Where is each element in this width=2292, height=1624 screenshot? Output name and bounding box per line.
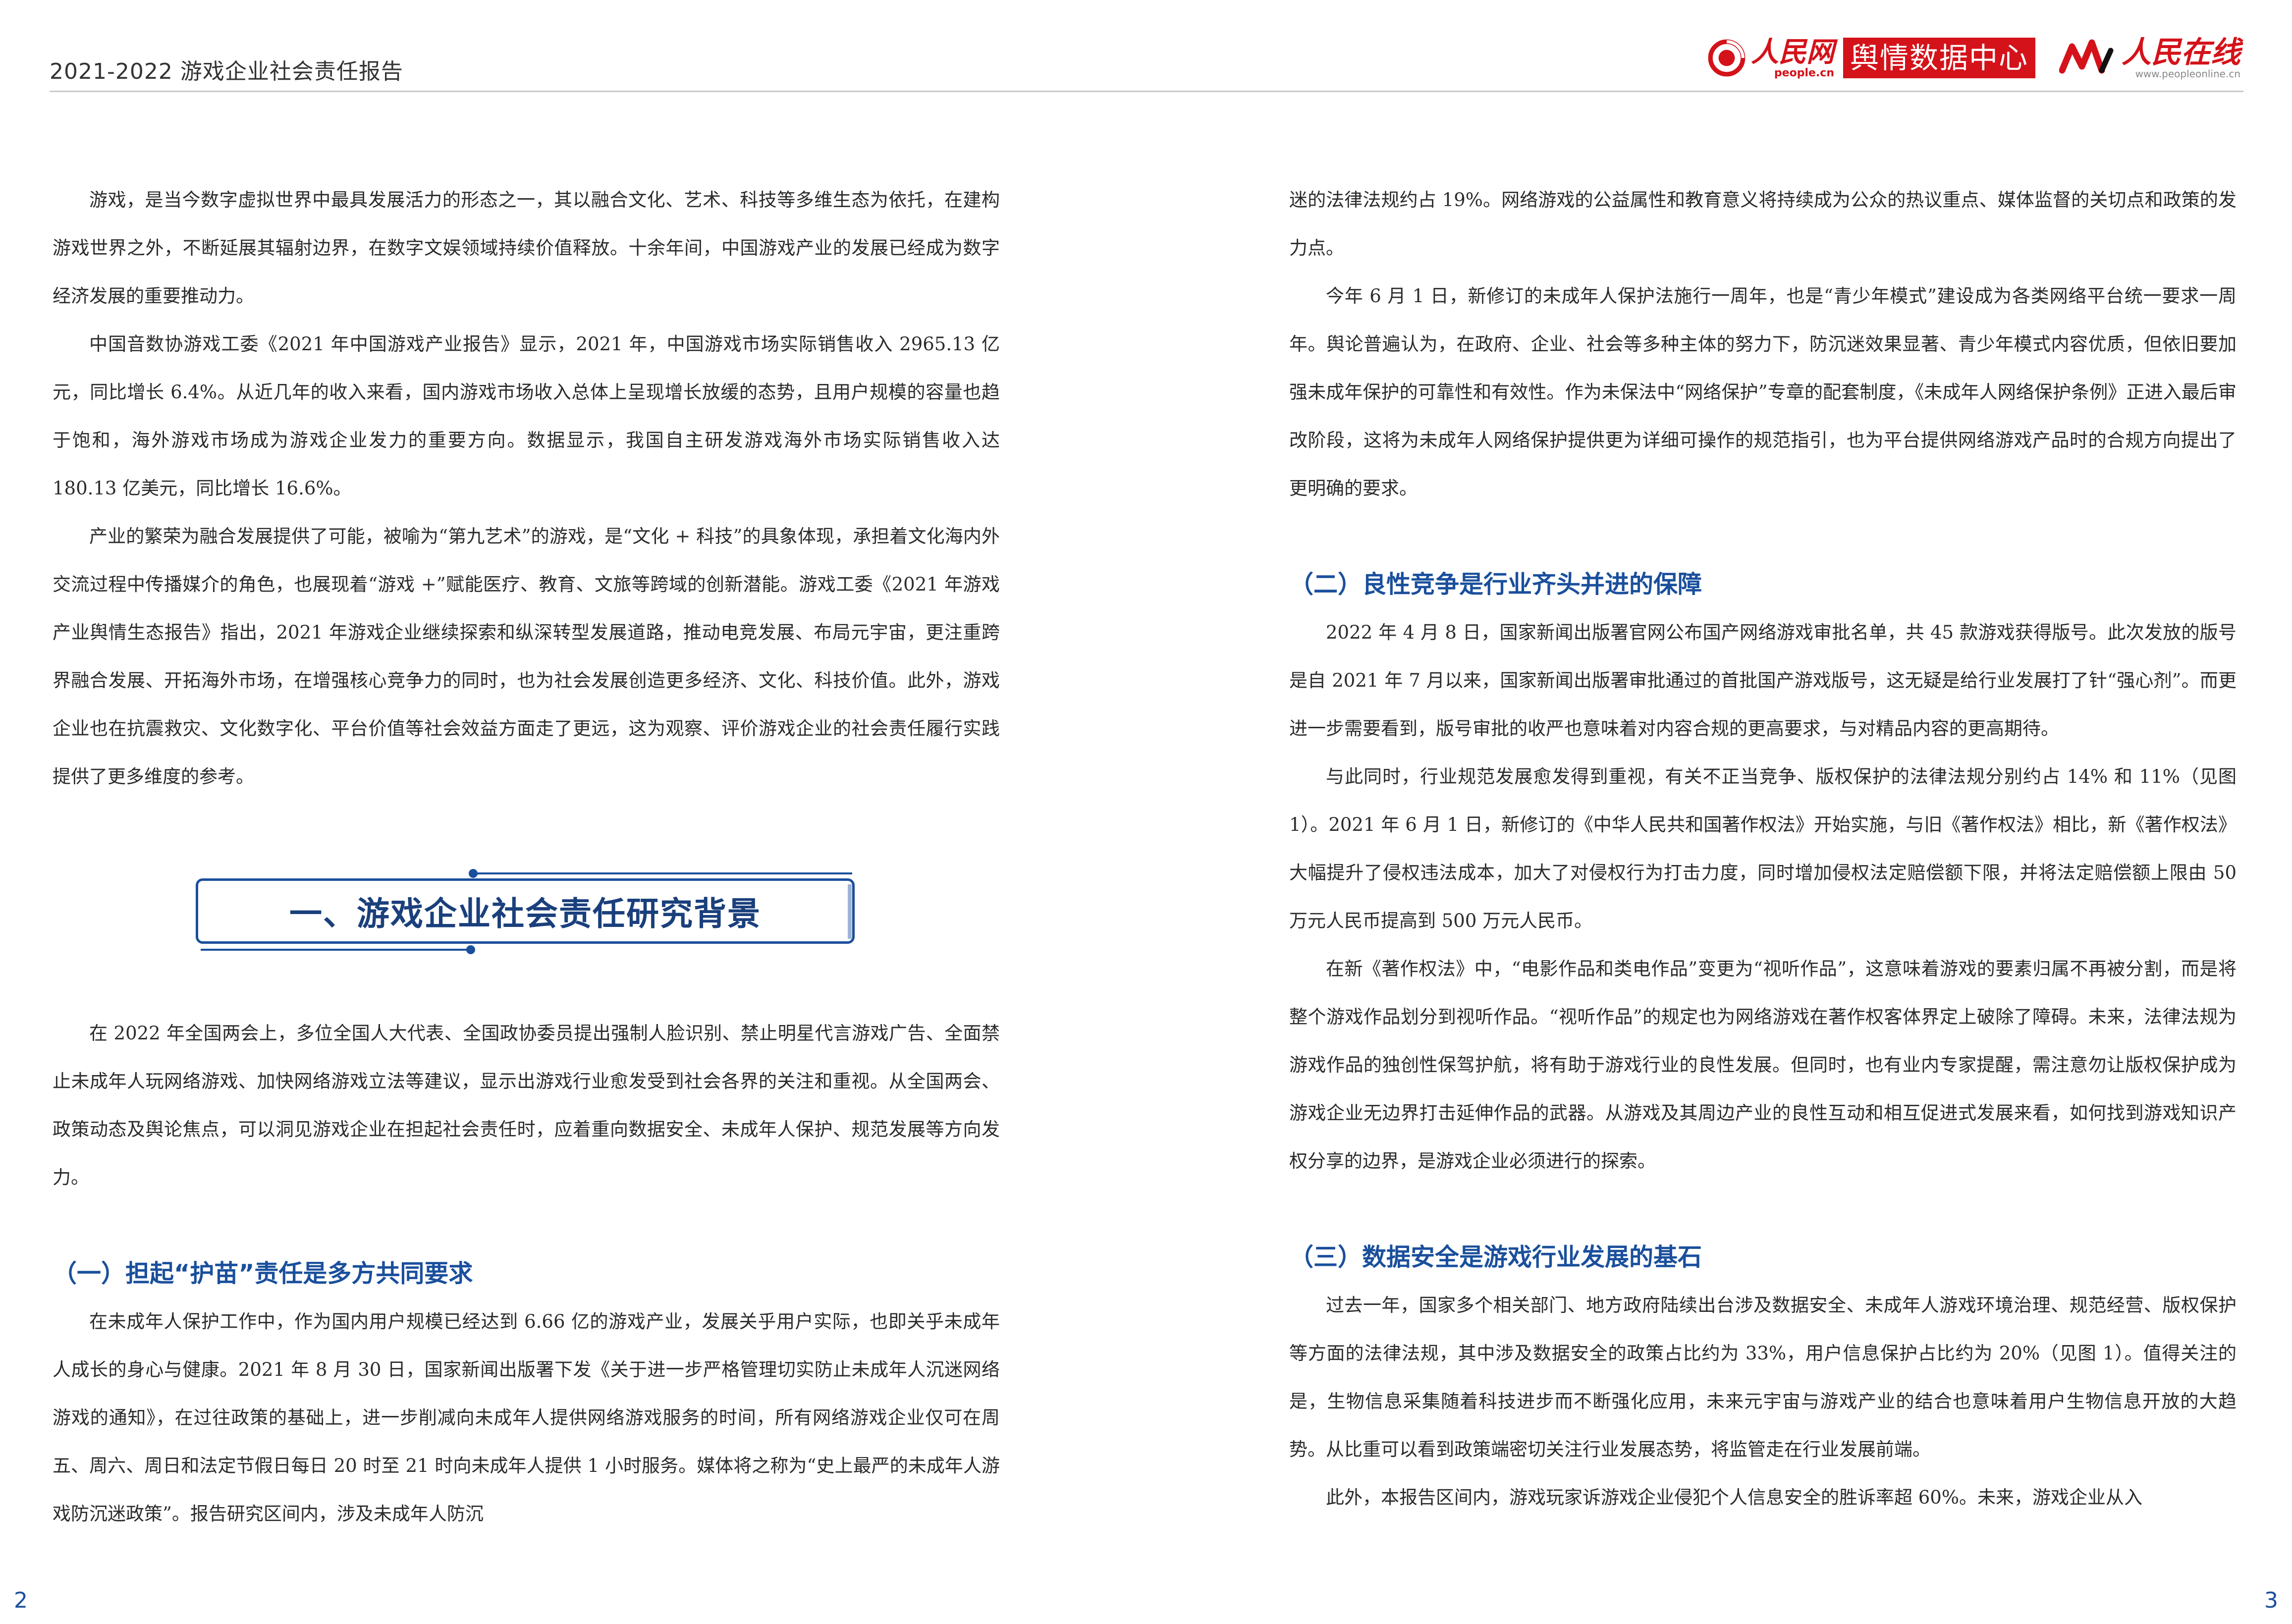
chapter-title: 一、游戏企业社会责任研究背景 (289, 895, 761, 933)
people-cn-logo-domain: people.cn (1774, 67, 1834, 79)
header-divider (50, 91, 2243, 92)
paragraph: 今年 6 月 1 日，新修订的未成年人保护法施行一周年，也是“青少年模式”建设成… (1289, 285, 2237, 499)
right-page-column: 迷的法律法规约占 19%。网络游戏的公益属性和教育意义将持续成为公众的热议重点、… (1289, 176, 2237, 1521)
people-online-logo: 人民在线 www.peopleonline.cn (2059, 36, 2240, 80)
paragraph-continued: 迷的法律法规约占 19%。网络游戏的公益属性和教育意义将持续成为公众的热议重点、… (1289, 189, 2237, 259)
section-heading: （二）良性竞争是行业齐头并进的保障 (1289, 570, 1702, 598)
people-online-wave-icon (2059, 39, 2114, 74)
paragraph: 在 2022 年全国两会上，多位全国人大代表、全国政协委员提出强制人脸识别、禁止… (53, 1023, 1000, 1188)
public-opinion-data-center-logo: 舆情数据中心 (1843, 38, 2035, 78)
header-logos: 人民网 people.cn 舆情数据中心 人民在线 www.peopleonli… (1706, 31, 2240, 85)
people-online-logo-name: 人民在线 (2122, 35, 2240, 70)
paragraph: 与此同时，行业规范发展愈发得到重视，有关不正当竞争、版权保护的法律法规分别约占 … (1289, 766, 2237, 931)
section-heading: （一）担起“护苗”责任是多方共同要求 (53, 1259, 473, 1288)
running-header-title: 2021-2022 游戏企业社会责任报告 (50, 59, 403, 84)
paragraph: 2022 年 4 月 8 日，国家新闻出版署官网公布国产网络游戏审批名单，共 4… (1289, 622, 2237, 739)
paragraph: 中国音数协游戏工委《2021 年中国游戏产业报告》显示，2021 年，中国游戏市… (53, 333, 1000, 499)
paragraph: 过去一年，国家多个相关部门、地方政府陆续出台涉及数据安全、未成年人游戏环境治理、… (1289, 1295, 2237, 1460)
left-page-column-lower: 在 2022 年全国两会上，多位全国人大代表、全国政协委员提出强制人脸识别、禁止… (53, 1009, 1000, 1538)
people-online-logo-domain: www.peopleonline.cn (2135, 68, 2240, 80)
paragraph: 产业的繁荣为融合发展提供了可能，被喻为“第九艺术”的游戏，是“文化 + 科技”的… (53, 526, 1000, 787)
chapter-banner: 一、游戏企业社会责任研究背景 (196, 865, 860, 959)
page-number-left: 2 (14, 1588, 28, 1613)
paragraph: 在新《著作权法》中，“电影作品和类电作品”变更为“视听作品”，这意味着游戏的要素… (1289, 958, 2237, 1172)
paragraph: 在未成年人保护工作中，作为国内用户规模已经达到 6.66 亿的游戏产业，发展关乎… (53, 1311, 1000, 1524)
paragraph: 此外，本报告区间内，游戏玩家诉游戏企业侵犯个人信息安全的胜诉率超 60%。未来，… (1326, 1487, 2142, 1508)
people-cn-logo-name: 人民网 (1750, 36, 1834, 68)
page-number-right: 3 (2264, 1588, 2278, 1613)
paragraph: 游戏，是当今数字虚拟世界中最具发展活力的形态之一，其以融合文化、艺术、科技等多维… (53, 189, 1000, 307)
people-cn-emblem-icon (1708, 39, 1746, 77)
people-cn-logo: 人民网 people.cn (1706, 37, 1834, 79)
section-heading: （三）数据安全是游戏行业发展的基石 (1289, 1243, 1702, 1271)
